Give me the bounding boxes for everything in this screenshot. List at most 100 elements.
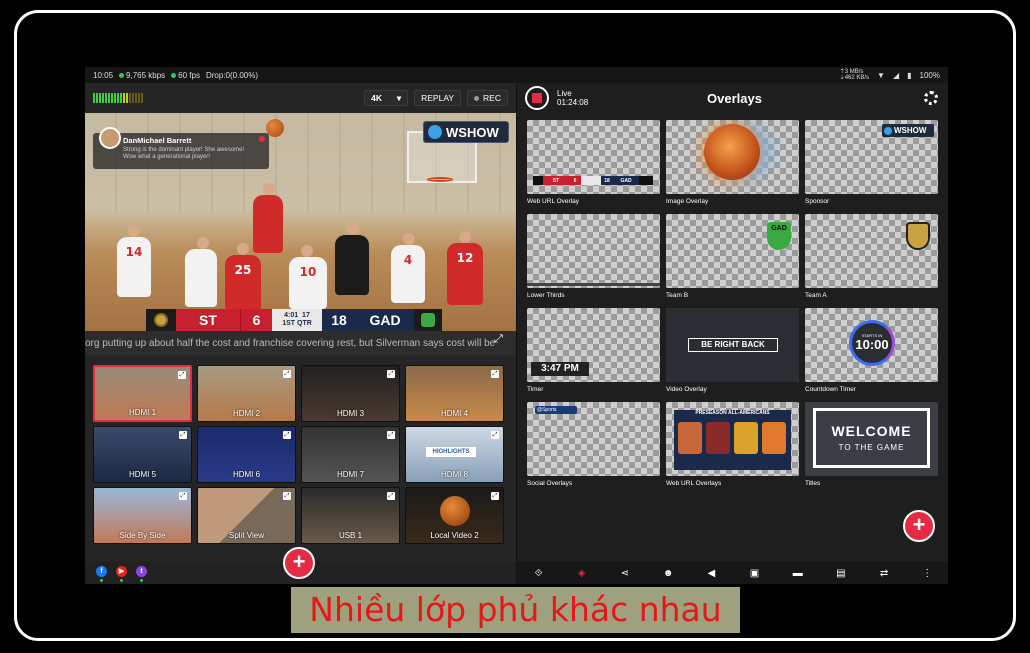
player-head bbox=[263, 183, 275, 195]
viewer-comment[interactable]: DanMichael Barrett Strong is the dominan… bbox=[93, 127, 269, 169]
expand-icon[interactable]: ⤢ bbox=[179, 431, 187, 439]
replay-icon[interactable]: ▣ bbox=[748, 568, 762, 579]
source-tile-1[interactable]: ⤢ HDMI 2 bbox=[197, 365, 296, 422]
source-tile-11[interactable]: ⤢ Local Video 2 bbox=[405, 487, 504, 544]
player bbox=[185, 249, 217, 307]
source-tile-0[interactable]: ⤢ HDMI 1 bbox=[93, 365, 192, 422]
team-a-logo bbox=[906, 222, 930, 250]
gear-icon[interactable] bbox=[924, 91, 938, 105]
source-tile-9[interactable]: ⤢ Split View bbox=[197, 487, 296, 544]
expand-icon[interactable]: ⤢ bbox=[283, 492, 291, 500]
youtube-icon[interactable]: ▶ bbox=[116, 566, 127, 577]
overlay-name: Web URL Overlay bbox=[527, 198, 580, 205]
player: 10 bbox=[289, 257, 327, 309]
overlay-tile-video[interactable]: BE RIGHT BACK Video Overlay bbox=[666, 308, 799, 401]
player-head bbox=[459, 231, 471, 243]
source-tile-6[interactable]: ⤢ HDMI 7 bbox=[301, 426, 400, 483]
facebook-icon[interactable]: f bbox=[96, 566, 107, 577]
overlay-tile-team-a[interactable]: Team A bbox=[805, 214, 938, 307]
overlays-header: Live 01:24:08 Overlays bbox=[517, 83, 948, 113]
comments-icon[interactable]: ▤ bbox=[834, 568, 848, 579]
overlay-tile-image[interactable]: Image Overlay bbox=[666, 120, 799, 213]
expand-icon[interactable]: ⤢ bbox=[387, 431, 395, 439]
overlay-tile-titles[interactable]: WELCOME TO THE GAME Titles bbox=[805, 402, 938, 495]
net-down: 462 KB/s bbox=[844, 75, 870, 81]
stop-stream-button[interactable] bbox=[525, 86, 549, 110]
status-dot bbox=[100, 579, 103, 582]
expand-icon[interactable]: ⤢ bbox=[387, 370, 395, 378]
expand-icon[interactable]: ⤢ bbox=[178, 371, 186, 379]
overlay-tile-sponsor[interactable]: WSHOW Sponsor bbox=[805, 120, 938, 213]
overlay-name: Sponsor bbox=[805, 198, 830, 205]
guests-icon[interactable]: ☻ bbox=[661, 568, 675, 579]
fullscreen-icon[interactable]: ⤢ bbox=[494, 333, 508, 347]
mini-scorebug: ST 6 18 GAD bbox=[533, 176, 653, 185]
sponsor-logo: WSHOW bbox=[882, 124, 934, 137]
overlay-name: Timer bbox=[527, 386, 544, 393]
production-panel: 4K ▾ REPLAY REC 14 25 10 4 12 DanMichael… bbox=[85, 83, 516, 584]
overlay-preview: STARTS IN 10:00 bbox=[805, 308, 938, 382]
add-source-button[interactable]: + bbox=[283, 547, 315, 579]
comment-line-1: Strong is the dominant player! She aweso… bbox=[123, 147, 245, 153]
expand-icon[interactable]: ⤢ bbox=[491, 370, 499, 378]
source-tile-8[interactable]: ⤢ Side By Side bbox=[93, 487, 192, 544]
overlay-name: Team A bbox=[805, 292, 827, 299]
overlays-panel: Live 01:24:08 Overlays ST 6 18 GAD Web U… bbox=[516, 83, 948, 584]
replay-button[interactable]: REPLAY bbox=[414, 90, 462, 106]
player: 25 bbox=[225, 255, 261, 311]
overlay-tile-social[interactable]: @Sports Social Overlays bbox=[527, 402, 660, 495]
audio-icon[interactable]: ◀ bbox=[704, 568, 718, 579]
expand-icon[interactable]: ⤢ bbox=[491, 492, 499, 500]
source-label: HDMI 1 bbox=[128, 408, 157, 417]
source-label: HDMI 2 bbox=[232, 409, 261, 418]
switch-icon[interactable]: ⇄ bbox=[877, 568, 891, 579]
source-tile-2[interactable]: ⤢ HDMI 3 bbox=[301, 365, 400, 422]
expand-icon[interactable]: ⤢ bbox=[387, 492, 395, 500]
team-a-logo bbox=[146, 309, 176, 331]
twitch-icon[interactable]: t bbox=[136, 566, 147, 577]
expand-icon[interactable]: ⤢ bbox=[283, 370, 291, 378]
page-title: Overlays bbox=[707, 91, 762, 106]
source-label: Local Video 2 bbox=[430, 531, 479, 540]
overlay-tile-web-url[interactable]: ST 6 18 GAD Web URL Overlay bbox=[527, 120, 660, 213]
overlay-tile-lower-thirds[interactable]: Lower Thirds bbox=[527, 214, 660, 307]
resolution-dropdown[interactable]: 4K ▾ bbox=[364, 90, 409, 106]
overlay-tile-timer[interactable]: 3:47 PM Timer bbox=[527, 308, 660, 401]
live-preview[interactable]: 14 25 10 4 12 DanMichael Barrett Strong … bbox=[85, 113, 516, 355]
overlay-name: Video Overlay bbox=[666, 386, 707, 393]
sponsor-name: WSHOW bbox=[446, 124, 499, 140]
source-tile-4[interactable]: ⤢ HDMI 5 bbox=[93, 426, 192, 483]
overlay-name: Titles bbox=[805, 480, 821, 487]
rec-button[interactable]: REC bbox=[467, 90, 508, 106]
scenes-icon[interactable]: ⟐ bbox=[532, 568, 546, 579]
signal-icon: ◢ bbox=[892, 70, 900, 80]
add-overlay-button[interactable]: + bbox=[903, 510, 935, 542]
source-tile-5[interactable]: ⤢ HDMI 6 bbox=[197, 426, 296, 483]
source-tile-7[interactable]: HIGHLIGHTS ⤢ HDMI 8 bbox=[405, 426, 504, 483]
replay-label: REPLAY bbox=[421, 93, 455, 103]
overlay-tile-web-url-2[interactable]: PRESEASON ALL-AMERICANS Web URL Overlays bbox=[666, 402, 799, 495]
source-label: HDMI 6 bbox=[232, 470, 261, 479]
stop-icon bbox=[532, 93, 542, 103]
audio-meter bbox=[93, 93, 143, 103]
overlay-tile-team-b[interactable]: GAD Team B bbox=[666, 214, 799, 307]
team-b-logo: GAD bbox=[767, 222, 791, 250]
source-tile-10[interactable]: ⤢ USB 1 bbox=[301, 487, 400, 544]
share-icon[interactable]: ⋖ bbox=[618, 568, 632, 579]
all-americans-title: PRESEASON ALL-AMERICANS bbox=[695, 410, 770, 416]
overlay-tile-countdown[interactable]: STARTS IN 10:00 Countdown Timer bbox=[805, 308, 938, 401]
source-label: Side By Side bbox=[119, 531, 166, 540]
expand-icon[interactable]: ⤢ bbox=[179, 492, 187, 500]
more-icon[interactable]: ⋮ bbox=[920, 568, 934, 579]
comment-line-2: Wow what a generational player! bbox=[123, 154, 210, 160]
camera-icon[interactable]: ▬ bbox=[791, 568, 805, 579]
expand-icon[interactable]: ⤢ bbox=[283, 431, 291, 439]
overlay-name: Team B bbox=[666, 292, 689, 299]
expand-icon[interactable]: ⤢ bbox=[491, 431, 499, 439]
close-comment-icon[interactable] bbox=[259, 136, 265, 142]
player: 12 bbox=[447, 243, 483, 305]
source-tile-3[interactable]: ⤢ HDMI 4 bbox=[405, 365, 504, 422]
overlay-preview bbox=[666, 120, 799, 194]
team-a-name: ST bbox=[176, 309, 240, 331]
layers-icon[interactable]: ◈ bbox=[575, 568, 589, 579]
